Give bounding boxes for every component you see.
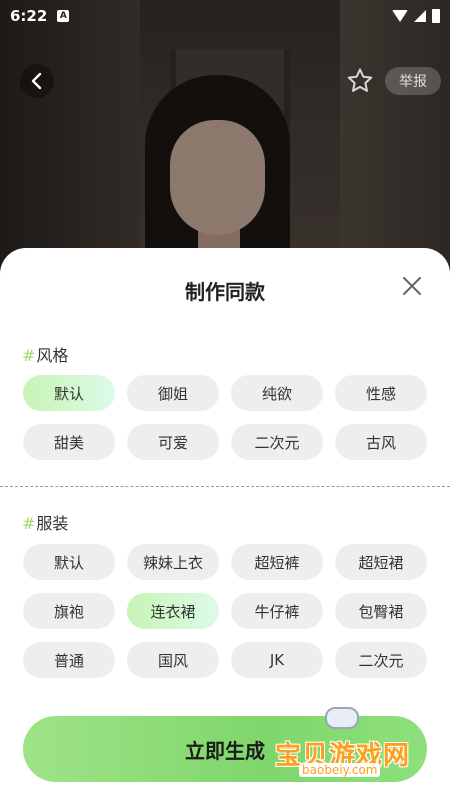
outfit-option-chip[interactable]: JK <box>231 642 323 678</box>
style-label-text: 风格 <box>36 346 69 365</box>
watermark-logo: 宝贝游戏网 baobeiy.com <box>275 705 445 785</box>
style-option-chip[interactable]: 默认 <box>23 375 115 411</box>
chevron-left-icon <box>31 72 42 90</box>
close-icon <box>403 277 421 295</box>
style-options: 默认 御姐 纯欲 性感甜美 可爱 二次元 古风 <box>23 375 431 460</box>
status-bar: 6:22 A <box>0 0 450 32</box>
style-option-chip[interactable]: 可爱 <box>127 424 219 460</box>
close-button[interactable] <box>398 272 426 300</box>
outfit-option-chip[interactable]: 超短裙 <box>335 544 427 580</box>
outfit-option-chip[interactable]: 超短裤 <box>231 544 323 580</box>
style-option-chip[interactable]: 二次元 <box>231 424 323 460</box>
hash-icon: # <box>22 514 36 533</box>
outfit-option-chip[interactable]: 包臀裙 <box>335 593 427 629</box>
outfit-section-label: #服装 <box>22 510 68 534</box>
style-option-chip[interactable]: 御姐 <box>127 375 219 411</box>
outfit-label-text: 服装 <box>36 514 69 533</box>
signal-icon <box>414 10 426 22</box>
favorite-button[interactable] <box>345 66 375 96</box>
battery-icon <box>432 9 440 23</box>
watermark-url: baobeiy.com <box>299 763 381 777</box>
outfit-option-chip[interactable]: 二次元 <box>335 642 427 678</box>
outfit-option-chip[interactable]: 旗袍 <box>23 593 115 629</box>
sheet-title: 制作同款 <box>185 280 265 304</box>
back-button[interactable] <box>20 64 54 98</box>
wifi-icon <box>392 10 408 22</box>
star-icon <box>347 68 373 92</box>
style-option-chip[interactable]: 性感 <box>335 375 427 411</box>
section-divider <box>0 486 450 487</box>
outfit-options: 默认 辣妹上衣 超短裤 超短裙旗袍 连衣裙 牛仔裤 包臀裙普通 国风 JK 二次元 <box>23 544 431 678</box>
hash-icon: # <box>22 346 36 365</box>
outfit-option-chip[interactable]: 连衣裙 <box>127 593 219 629</box>
outfit-option-chip[interactable]: 牛仔裤 <box>231 593 323 629</box>
status-time: 6:22 <box>10 7 48 25</box>
style-option-chip[interactable]: 甜美 <box>23 424 115 460</box>
outfit-option-chip[interactable]: 辣妹上衣 <box>127 544 219 580</box>
style-section-label: #风格 <box>22 342 68 366</box>
outfit-option-chip[interactable]: 普通 <box>23 642 115 678</box>
report-button[interactable]: 举报 <box>385 67 441 95</box>
style-option-chip[interactable]: 古风 <box>335 424 427 460</box>
gamepad-icon <box>325 707 359 729</box>
style-option-chip[interactable]: 纯欲 <box>231 375 323 411</box>
outfit-option-chip[interactable]: 默认 <box>23 544 115 580</box>
outfit-option-chip[interactable]: 国风 <box>127 642 219 678</box>
notification-badge: A <box>57 10 70 22</box>
